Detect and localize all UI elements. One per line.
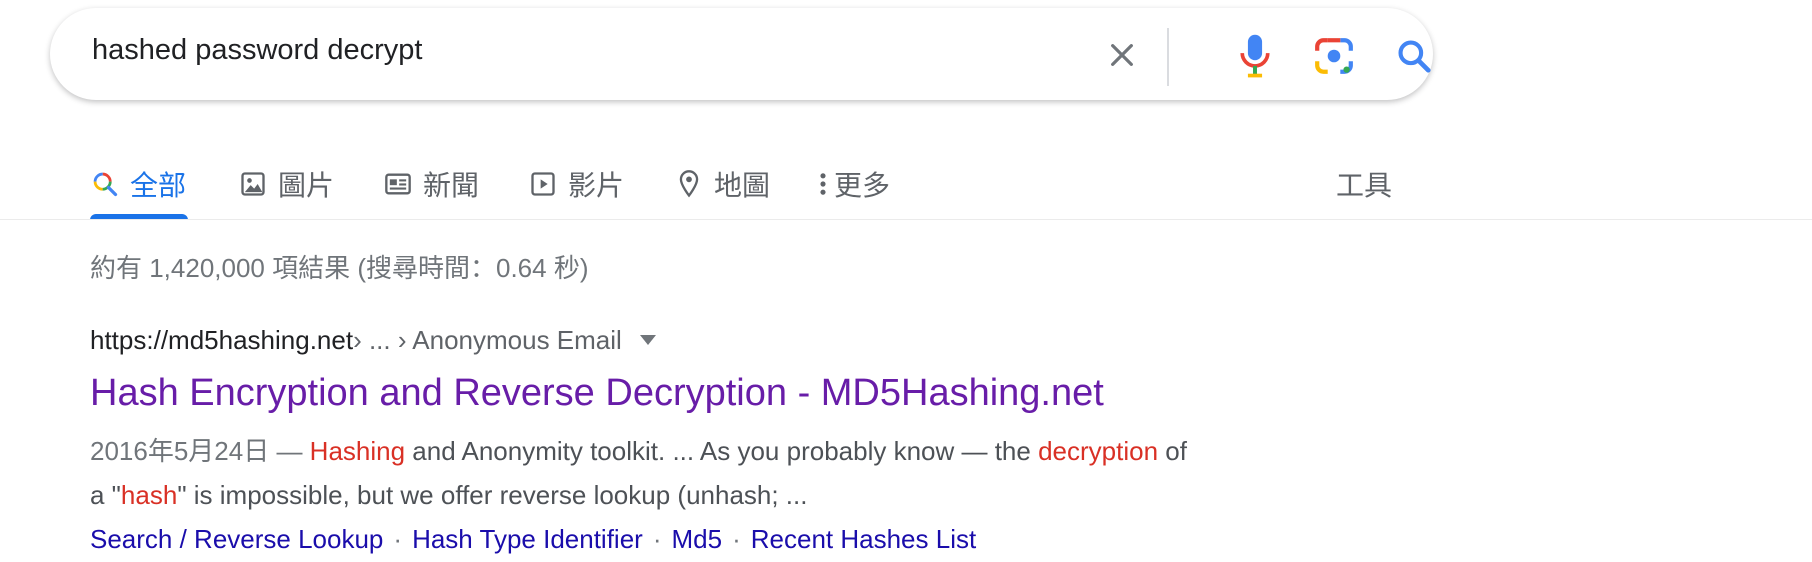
tab-label: 更多 [834, 170, 891, 201]
result-breadcrumb: › ... › Anonymous Email [353, 324, 622, 355]
tab-images[interactable]: 圖片 [238, 158, 334, 210]
snippet-highlight: decryption [1038, 436, 1159, 466]
result-url[interactable]: https://md5hashing.net › ... › Anonymous… [90, 320, 1350, 360]
tab-news[interactable]: 新聞 [383, 158, 479, 210]
newspaper-icon [383, 169, 413, 199]
separator: · [732, 524, 741, 554]
search-result: https://md5hashing.net › ... › Anonymous… [90, 320, 1350, 561]
tab-label: 影片 [568, 170, 625, 201]
snippet-text: " is impossible, but we offer reverse lo… [177, 480, 808, 510]
tab-videos[interactable]: 影片 [528, 158, 624, 210]
snippet-highlight: Hashing [309, 436, 406, 466]
sitelink-hash-type-identifier[interactable]: Hash Type Identifier [412, 524, 643, 554]
play-icon [528, 169, 558, 199]
microphone-icon[interactable] [1230, 28, 1280, 84]
tools-label: 工具 [1336, 170, 1393, 201]
more-vert-icon [818, 169, 828, 199]
search-box[interactable]: hashed password decrypt [50, 8, 1433, 100]
tab-label: 全部 [130, 170, 187, 201]
snippet-text: and Anonymity toolkit. ... As you probab… [405, 436, 1039, 466]
search-input[interactable]: hashed password decrypt [92, 34, 422, 67]
result-date: 2016年5月24日 — [90, 436, 310, 466]
camera-lens-icon[interactable] [1308, 30, 1360, 82]
result-title[interactable]: Hash Encryption and Reverse Decryption -… [90, 372, 1350, 415]
magnifier-icon[interactable] [1388, 30, 1440, 82]
image-icon [238, 169, 268, 199]
tab-more[interactable]: 更多 [818, 158, 890, 210]
separator: · [393, 524, 403, 554]
close-icon[interactable] [1099, 32, 1145, 78]
tab-label: 新聞 [423, 170, 480, 201]
multicolor-search-icon [90, 169, 120, 199]
snippet-text: of [1158, 436, 1187, 466]
tabs-divider [0, 219, 1812, 220]
result-site: https://md5hashing.net [90, 324, 354, 355]
tab-maps[interactable]: 地圖 [674, 158, 770, 210]
result-stats: 約有 1,420,000 項結果 (搜尋時間：0.64 秒) [90, 253, 589, 283]
sitelinks: Search / Reverse Lookup · Hash Type Identi… [90, 517, 1350, 561]
snippet-text: a " [90, 480, 121, 510]
separator: · [652, 524, 662, 554]
tab-label: 地圖 [714, 170, 771, 201]
chevron-down-icon[interactable] [639, 335, 656, 345]
sitelink-md5[interactable]: Md5 [672, 524, 723, 554]
result-snippet: 2016年5月24日 — Hashing and Anonymity toolk… [90, 429, 1350, 517]
location-pin-icon [674, 169, 704, 199]
tools-button[interactable]: 工具 [1336, 158, 1392, 210]
tab-label: 圖片 [278, 170, 335, 201]
sitelink-recent-hashes[interactable]: Recent Hashes List [751, 524, 976, 554]
snippet-highlight: hash [120, 480, 178, 510]
sitelink-reverse-lookup[interactable]: Search / Reverse Lookup [90, 524, 383, 554]
tab-all[interactable]: 全部 [90, 158, 186, 210]
search-box-divider [1167, 28, 1169, 86]
search-tabs: 全部 圖片 新聞 影片 地圖 更多 工具 [0, 150, 1812, 220]
